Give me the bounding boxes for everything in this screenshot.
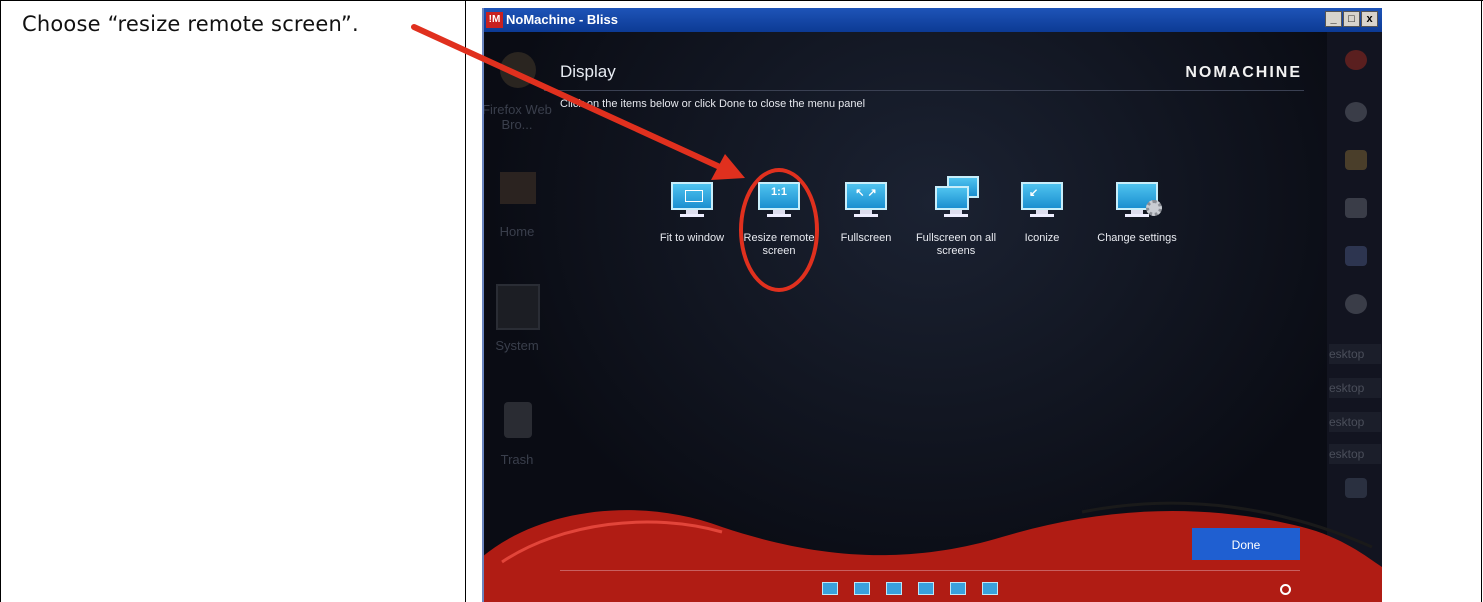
option-label: Fit to window (659, 232, 725, 244)
table-top-border (0, 0, 1483, 1)
fullscreen-all-screens-icon (935, 176, 979, 218)
option-label: Iconize (1024, 232, 1060, 244)
window-titlebar: !M NoMachine - Bliss _ □ x (482, 8, 1382, 32)
dock-app-icon[interactable] (1345, 50, 1367, 70)
dock-app-icon[interactable] (1345, 150, 1367, 170)
option-label: Fullscreen on all screens (915, 232, 997, 257)
close-button[interactable]: x (1361, 11, 1378, 27)
panel-title: Display (560, 62, 616, 81)
power-icon[interactable] (1280, 584, 1291, 595)
dock-app-icon[interactable] (1345, 294, 1367, 314)
iconize-option[interactable]: ↙ Iconize (997, 182, 1087, 245)
nomachine-logo: NOMACHINE (1185, 64, 1302, 81)
panel-divider (544, 90, 1304, 91)
change-settings-icon[interactable] (982, 582, 998, 595)
window-left-frame (482, 8, 484, 602)
remote-desktop: Firefox Web Bro... Home System Trash esk… (482, 32, 1382, 602)
bottom-divider (560, 570, 1300, 571)
fullscreen-all-screens-option[interactable]: Fullscreen on all screens (911, 176, 1001, 258)
dock-app-icon[interactable] (1345, 198, 1367, 218)
option-label: Change settings (1097, 232, 1177, 244)
fullscreen-all-screens-icon[interactable] (918, 582, 934, 595)
dock-app-icon[interactable] (1345, 246, 1367, 266)
fullscreen-option[interactable]: ↖ ↗ Fullscreen (821, 182, 911, 245)
nomachine-window: !M NoMachine - Bliss _ □ x Firefox Web B… (482, 8, 1382, 602)
iconize-icon[interactable] (950, 582, 966, 595)
resize-remote-screen-icon[interactable] (854, 582, 870, 595)
desktop-icon-label: Firefox Web Bro... (482, 102, 552, 132)
table-right-border (1481, 0, 1482, 602)
change-settings-icon (1116, 182, 1162, 218)
dock-desktop-label[interactable]: esktop (1329, 444, 1381, 464)
fit-to-window-option[interactable]: Fit to window (647, 182, 737, 245)
dock-desktop-label[interactable]: esktop (1329, 378, 1381, 398)
table-left-border (0, 0, 1, 602)
done-button[interactable]: Done (1192, 528, 1300, 560)
firefox-icon[interactable] (500, 52, 536, 88)
instruction-text: Choose “resize remote screen”. (22, 12, 359, 36)
fit-to-window-icon (671, 182, 713, 218)
expand-glyph: ↖ ↗ (855, 187, 877, 199)
nomachine-app-icon: !M (486, 12, 503, 28)
gear-icon (1146, 200, 1162, 216)
window-title: NoMachine - Bliss (506, 12, 618, 27)
dock-desktop-label[interactable]: esktop (1329, 412, 1381, 432)
fit-to-window-icon[interactable] (822, 582, 838, 595)
desktop-icon-label: System (495, 338, 539, 353)
desktop-icon-label: Home (499, 224, 535, 239)
panel-hint-text: Click on the items below or click Done t… (560, 98, 866, 110)
option-label: Fullscreen (840, 232, 892, 244)
desktop-icon-label: Trash (500, 452, 534, 467)
table-column-divider (465, 0, 466, 602)
minimize-glyph: ↙ (1029, 187, 1039, 199)
iconize-icon: ↙ (1021, 182, 1063, 218)
home-folder-icon[interactable] (500, 172, 536, 204)
fullscreen-icon[interactable] (886, 582, 902, 595)
minimize-button[interactable]: _ (1325, 11, 1342, 27)
change-settings-option[interactable]: Change settings (1092, 182, 1182, 245)
trash-icon[interactable] (504, 402, 532, 438)
dock-app-icon[interactable] (1345, 102, 1367, 122)
maximize-button[interactable]: □ (1343, 11, 1360, 27)
highlight-circle (739, 168, 819, 292)
system-computer-icon[interactable] (496, 284, 540, 330)
dock-desktop-label[interactable]: esktop (1329, 344, 1381, 364)
fullscreen-icon: ↖ ↗ (845, 182, 887, 218)
